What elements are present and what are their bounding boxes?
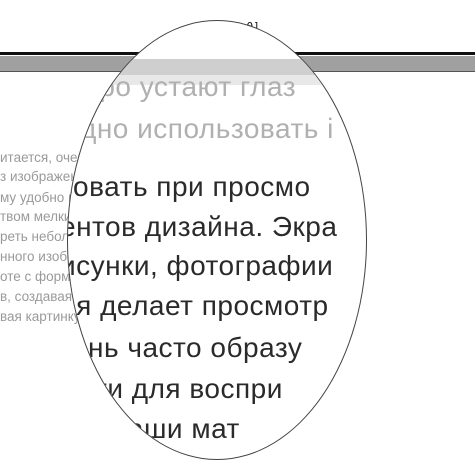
- lens-text-line: тро устают глаз: [86, 71, 297, 102]
- lens-text-line: ия делает просмотр: [67, 290, 329, 321]
- lens-text-line: исунки, фотографии: [67, 250, 334, 281]
- lens-text-line: ентов дизайна. Экра: [67, 211, 338, 242]
- lens-text-line: юсти для воспри: [67, 373, 283, 404]
- lens-text-line: дно использовать і: [80, 113, 334, 144]
- lens-text-line: зовать при просмо: [67, 171, 311, 202]
- lens-text-line: нень часто образу: [67, 332, 303, 363]
- lens-text-line: ает ваши мат: [67, 413, 240, 444]
- magnifier-lens[interactable]: тро устают глаз дно использовать і зоват…: [67, 20, 367, 460]
